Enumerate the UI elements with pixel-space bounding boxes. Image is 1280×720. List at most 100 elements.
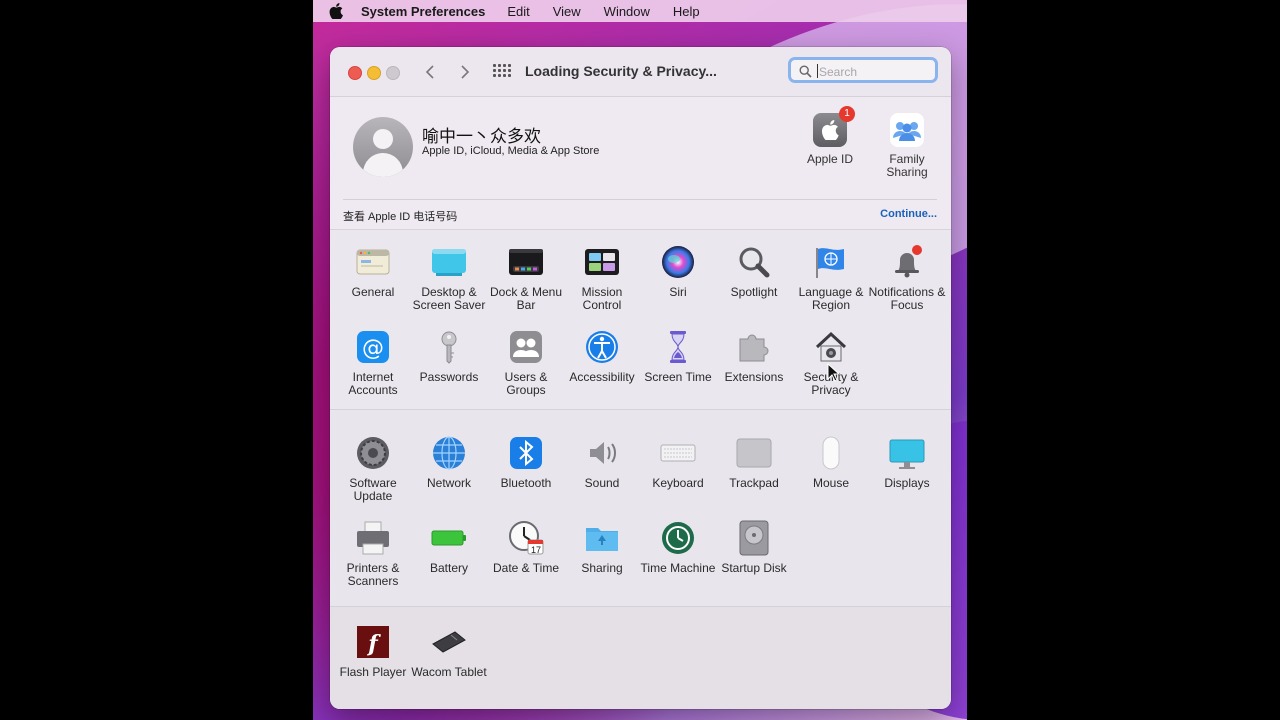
- pref-date-time[interactable]: 17 Date & Time: [487, 520, 565, 575]
- show-all-grid-button[interactable]: [493, 64, 511, 80]
- pref-extensions[interactable]: Extensions: [715, 329, 793, 384]
- account-subtitle: Apple ID, iCloud, Media & App Store: [422, 145, 600, 157]
- notification-badge: 1: [839, 106, 855, 122]
- divider: [343, 199, 937, 200]
- pref-label: Software Update: [349, 476, 397, 503]
- pref-passwords[interactable]: Passwords: [410, 329, 488, 384]
- pref-battery[interactable]: Battery: [410, 520, 488, 575]
- search-input[interactable]: [817, 62, 931, 82]
- hardware-prefs-section: Software Update Network Bluetooth Sound: [330, 409, 951, 607]
- mouse-cursor-icon: [827, 363, 841, 382]
- menu-edit[interactable]: Edit: [507, 4, 529, 19]
- apple-menu-icon[interactable]: [329, 2, 347, 20]
- menu-help[interactable]: Help: [673, 4, 700, 19]
- puzzle-icon: [736, 329, 772, 365]
- pref-label: Notifications & Focus: [868, 285, 946, 312]
- accessibility-icon: [584, 329, 620, 365]
- pref-label: Time Machine: [640, 561, 716, 575]
- svg-text:@: @: [362, 336, 384, 361]
- internet-accounts-icon: @: [355, 329, 391, 365]
- apple-id-icon: 1: [813, 106, 855, 147]
- pref-label: Trackpad: [729, 476, 779, 490]
- family-sharing-pref[interactable]: Family Sharing: [872, 113, 942, 179]
- pref-label: General: [351, 285, 395, 299]
- clock-icon: 17: [508, 520, 544, 556]
- pref-label: Bluetooth: [500, 476, 552, 490]
- minimize-button[interactable]: [367, 66, 381, 80]
- family-sharing-label: Family Sharing: [886, 152, 928, 179]
- pref-dock-menu-bar[interactable]: Dock & Menu Bar: [487, 244, 565, 312]
- search-icon: [799, 65, 812, 78]
- dock-icon: [508, 244, 544, 280]
- pref-wacom-tablet[interactable]: Wacom Tablet: [410, 624, 488, 679]
- system-preferences-window: Loading Security & Privacy... 喻中一丶众多欢 Ap…: [330, 47, 951, 709]
- search-field[interactable]: [788, 57, 938, 83]
- printer-icon: [355, 520, 391, 556]
- disk-icon: [736, 520, 772, 556]
- pref-screen-time[interactable]: Screen Time: [639, 329, 717, 384]
- close-button[interactable]: [348, 66, 362, 80]
- pref-label: Battery: [429, 561, 468, 575]
- security-house-icon: [813, 329, 849, 365]
- continue-link[interactable]: Continue...: [880, 208, 937, 220]
- pref-spotlight[interactable]: Spotlight: [715, 244, 793, 299]
- zoom-button[interactable]: [386, 66, 400, 80]
- pref-mission-control[interactable]: Mission Control: [563, 244, 641, 312]
- menu-window[interactable]: Window: [604, 4, 650, 19]
- sharing-folder-icon: [584, 520, 620, 556]
- personal-prefs-section: General Desktop & Screen Saver Dock & Me…: [330, 230, 951, 409]
- back-button[interactable]: [420, 62, 440, 82]
- pref-general[interactable]: General: [334, 244, 412, 299]
- pref-startup-disk[interactable]: Startup Disk: [715, 520, 793, 575]
- pref-trackpad[interactable]: Trackpad: [715, 435, 793, 490]
- forward-button[interactable]: [455, 62, 475, 82]
- mouse-icon: [813, 435, 849, 471]
- notifications-icon: [889, 244, 925, 280]
- menu-view[interactable]: View: [553, 4, 581, 19]
- pref-flash-player[interactable]: f Flash Player: [334, 624, 412, 679]
- avatar[interactable]: [353, 117, 413, 177]
- text-caret: [817, 64, 818, 78]
- bluetooth-icon: [508, 435, 544, 471]
- pref-displays[interactable]: Displays: [868, 435, 946, 490]
- pref-notifications-focus[interactable]: Notifications & Focus: [868, 244, 946, 312]
- mission-control-icon: [584, 244, 620, 280]
- account-name: 喻中一丶众多欢: [422, 127, 541, 146]
- spotlight-icon: [736, 244, 772, 280]
- pref-users-groups[interactable]: Users & Groups: [487, 329, 565, 397]
- users-icon: [508, 329, 544, 365]
- title-bar: Loading Security & Privacy...: [330, 47, 951, 97]
- pref-label: Sound: [584, 476, 620, 490]
- pref-internet-accounts[interactable]: @ Internet Accounts: [334, 329, 412, 397]
- pref-network[interactable]: Network: [410, 435, 488, 490]
- flash-icon: f: [355, 624, 391, 660]
- other-prefs-section: f Flash Player Wacom Tablet: [330, 606, 951, 709]
- pref-mouse[interactable]: Mouse: [792, 435, 870, 490]
- chevron-right-icon: [461, 65, 470, 79]
- pref-label: Printers & Scanners: [346, 561, 400, 588]
- siri-icon: [660, 244, 696, 280]
- pref-desktop-screen-saver[interactable]: Desktop & Screen Saver: [410, 244, 488, 312]
- pref-sound[interactable]: Sound: [563, 435, 641, 490]
- notice-text: 查看 Apple ID 电话号码: [343, 211, 458, 223]
- display-icon: [889, 435, 925, 471]
- menu-app-name[interactable]: System Preferences: [361, 4, 485, 19]
- pref-printers-scanners[interactable]: Printers & Scanners: [334, 520, 412, 588]
- pref-label: Internet Accounts: [348, 370, 398, 397]
- pref-label: Dock & Menu Bar: [489, 285, 563, 312]
- pref-keyboard[interactable]: Keyboard: [639, 435, 717, 490]
- apple-id-pref[interactable]: 1 Apple ID: [795, 106, 865, 166]
- pref-time-machine[interactable]: Time Machine: [639, 520, 717, 575]
- pref-software-update[interactable]: Software Update: [334, 435, 412, 503]
- time-machine-icon: [660, 520, 696, 556]
- pref-label: Siri: [669, 285, 687, 299]
- pref-label: Wacom Tablet: [411, 665, 487, 679]
- pref-accessibility[interactable]: Accessibility: [563, 329, 641, 384]
- pref-bluetooth[interactable]: Bluetooth: [487, 435, 565, 490]
- language-icon: [813, 244, 849, 280]
- pref-label: Mission Control: [581, 285, 623, 312]
- pref-language-region[interactable]: Language & Region: [792, 244, 870, 312]
- desktop: System Preferences Edit View Window Help…: [313, 0, 967, 720]
- pref-sharing[interactable]: Sharing: [563, 520, 641, 575]
- pref-siri[interactable]: Siri: [639, 244, 717, 299]
